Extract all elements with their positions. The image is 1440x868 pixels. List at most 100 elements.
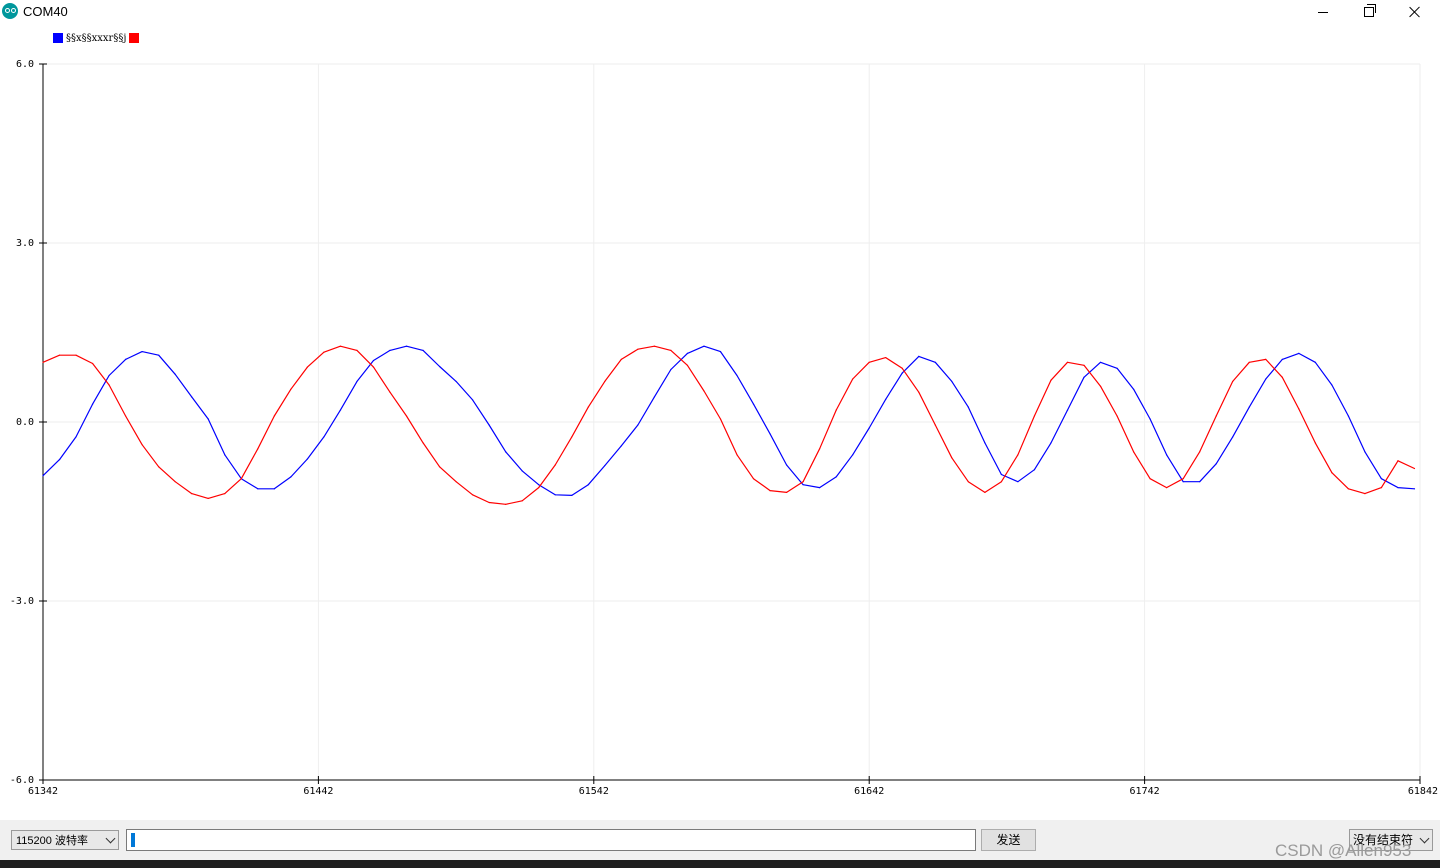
series-1-point bbox=[273, 488, 275, 490]
title-bar: COM40 bbox=[0, 0, 1440, 26]
series-1-point bbox=[438, 365, 441, 368]
series-2-point bbox=[405, 415, 408, 417]
series-1-point bbox=[472, 399, 474, 401]
series-2-point bbox=[1099, 385, 1102, 387]
series-2-point bbox=[207, 497, 209, 499]
series-2-point bbox=[91, 362, 94, 365]
arduino-app-icon bbox=[2, 3, 18, 19]
series-1-point bbox=[885, 398, 887, 400]
series-1-point bbox=[1298, 352, 1300, 354]
series-1-point bbox=[1347, 415, 1349, 417]
close-button[interactable] bbox=[1392, 0, 1438, 24]
series-2-point bbox=[769, 490, 771, 492]
series-2-point bbox=[58, 354, 61, 356]
series-1-point bbox=[703, 345, 705, 347]
series-1-point bbox=[736, 374, 738, 377]
series-1-point bbox=[1248, 406, 1250, 408]
x-tick-label: 61642 bbox=[854, 786, 884, 797]
series-2-point bbox=[967, 481, 969, 483]
series-2-point bbox=[273, 415, 275, 417]
series-1-point bbox=[1215, 463, 1217, 465]
baud-rate-select[interactable]: 115200 波特率 bbox=[11, 830, 119, 850]
series-1-point bbox=[1116, 367, 1118, 369]
series-2-point bbox=[1182, 478, 1184, 480]
series-2-point bbox=[1083, 364, 1085, 366]
series-2-point bbox=[42, 361, 44, 363]
series-1-point bbox=[868, 427, 870, 429]
series-1-point bbox=[1099, 361, 1102, 363]
series-2-point bbox=[984, 491, 986, 494]
series-2-point bbox=[339, 345, 342, 347]
watermark: CSDN @Allen953 bbox=[1275, 841, 1412, 860]
series-1-point bbox=[488, 424, 490, 426]
series-2-point bbox=[587, 406, 589, 408]
series-2-point bbox=[934, 424, 936, 426]
series-2-point bbox=[472, 494, 474, 496]
series-2-point bbox=[653, 345, 655, 347]
series-1-point bbox=[571, 494, 573, 496]
series-1-point bbox=[1380, 478, 1383, 480]
series-2-point bbox=[1132, 451, 1135, 453]
x-tick-label: 61742 bbox=[1130, 786, 1160, 797]
series-2-line bbox=[42, 345, 1415, 505]
series-1-point bbox=[1331, 384, 1333, 386]
x-tick-label: 61842 bbox=[1408, 786, 1438, 797]
series-1-point bbox=[1149, 418, 1151, 420]
series-2-point bbox=[141, 444, 143, 446]
chart-legend: §§x§§xxxr§§j bbox=[53, 32, 140, 44]
series-1-point bbox=[356, 380, 358, 383]
series-2-point bbox=[1199, 451, 1201, 453]
series-2-point bbox=[290, 388, 292, 390]
series-1-point bbox=[967, 406, 969, 408]
series-1-point bbox=[554, 494, 556, 496]
series-1-point bbox=[785, 464, 788, 466]
series-2-point bbox=[538, 487, 540, 489]
series-1-point bbox=[1281, 358, 1283, 360]
series-2-point bbox=[719, 418, 722, 420]
legend-swatch-series-1 bbox=[53, 33, 63, 43]
series-2-point bbox=[637, 348, 639, 350]
send-input[interactable] bbox=[126, 829, 976, 851]
series-1-point bbox=[1050, 442, 1052, 444]
series-1-point bbox=[290, 476, 292, 478]
series-2-point bbox=[1413, 467, 1416, 470]
series-2-point bbox=[1314, 442, 1316, 444]
taskbar-strip bbox=[0, 860, 1440, 868]
series-2-point bbox=[1331, 472, 1333, 474]
series-1-point bbox=[141, 350, 143, 353]
series-1-point bbox=[58, 458, 61, 461]
series-1-point bbox=[174, 373, 176, 375]
series-2-point bbox=[1166, 487, 1168, 489]
restore-button[interactable] bbox=[1346, 0, 1392, 24]
series-1-point bbox=[42, 475, 44, 477]
serial-plotter-chart: 6.0 3.0 0.0 -3.0 -6.061342 61442 61542 61642 617… bbox=[10, 59, 1438, 797]
series-2-point bbox=[1050, 379, 1052, 381]
minimize-button[interactable] bbox=[1300, 0, 1346, 24]
series-1-point bbox=[1132, 388, 1135, 390]
minimize-icon bbox=[1318, 11, 1328, 13]
series-1-point bbox=[372, 359, 375, 362]
series-2-point bbox=[1149, 478, 1151, 480]
series-1-point bbox=[819, 487, 821, 489]
series-1-point bbox=[587, 484, 589, 486]
series-2-point bbox=[1017, 454, 1019, 456]
series-2-point bbox=[356, 349, 358, 351]
baud-rate-value: 115200 波特率 bbox=[16, 835, 88, 847]
series-2-point bbox=[1215, 415, 1217, 417]
series-1-point bbox=[505, 451, 507, 453]
send-button[interactable]: 发送 bbox=[981, 829, 1036, 851]
series-2-point bbox=[785, 491, 788, 494]
chevron-down-icon bbox=[1419, 833, 1430, 844]
series-1-point bbox=[158, 354, 160, 356]
series-2-point bbox=[389, 391, 391, 393]
series-1-point bbox=[719, 350, 722, 353]
series-1-point bbox=[620, 445, 622, 447]
series-1-point bbox=[835, 476, 837, 478]
series-2-point bbox=[554, 464, 556, 466]
series-2-point bbox=[1281, 376, 1283, 378]
series-2-point bbox=[224, 493, 226, 495]
series-2-point bbox=[1347, 488, 1349, 490]
series-2-point bbox=[438, 466, 441, 468]
series-1-point bbox=[257, 488, 259, 490]
series-1-point bbox=[224, 454, 226, 456]
